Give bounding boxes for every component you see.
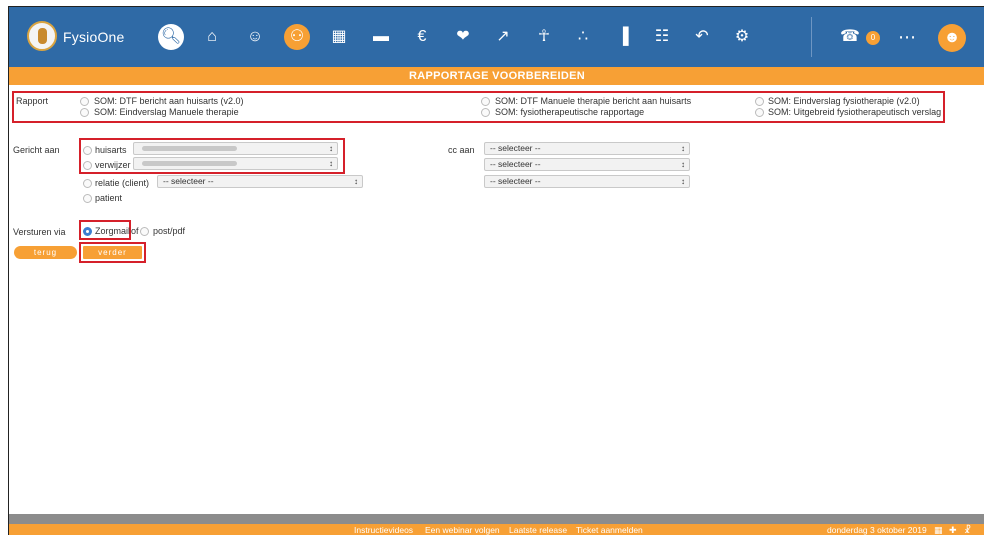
footer-bar: Instructievideos Een webinar volgen Laat… xyxy=(9,524,984,535)
calendar-icon[interactable]: ▦ xyxy=(934,524,943,535)
patient-radio[interactable] xyxy=(83,194,92,203)
cc-select-3[interactable]: -- selecteer -- ↕ xyxy=(484,175,690,188)
rapport-option-1-radio[interactable] xyxy=(80,97,89,106)
redacted-value xyxy=(142,161,237,166)
postpdf-label[interactable]: post/pdf xyxy=(153,226,185,236)
postpdf-radio[interactable] xyxy=(140,227,149,236)
handshake-icon[interactable]: ❤ xyxy=(450,24,476,50)
select-arrow-icon: ↕ xyxy=(329,144,333,153)
finance-icon[interactable]: € xyxy=(409,24,435,50)
rapport-option-6-radio[interactable] xyxy=(755,108,764,117)
zorgmail-label[interactable]: Zorgmail xyxy=(95,226,130,236)
user-avatar-icon[interactable]: ☻ xyxy=(938,24,966,52)
rapport-option-2-radio[interactable] xyxy=(80,108,89,117)
footer-date: donderdag 3 oktober 2019 xyxy=(827,525,927,535)
select-arrow-icon: ↕ xyxy=(681,177,685,186)
zorgmail-radio[interactable] xyxy=(83,227,92,236)
rapport-option-2-label[interactable]: SOM: Eindverslag Manuele therapie xyxy=(94,107,239,117)
group-icon[interactable]: ⚇ xyxy=(284,24,310,50)
verwijzer-select[interactable]: ↕ xyxy=(133,157,338,170)
fysioone-logo[interactable] xyxy=(27,21,57,51)
huisarts-select[interactable]: ↕ xyxy=(133,142,338,155)
cc-select-2[interactable]: -- selecteer -- ↕ xyxy=(484,158,690,171)
select-arrow-icon: ↕ xyxy=(681,144,685,153)
relatie-select-value: -- selecteer -- xyxy=(163,176,214,186)
search-icon[interactable]: 🔍︎ xyxy=(158,24,184,50)
activity-icon[interactable]: ↗ xyxy=(490,24,516,50)
rapport-option-3-radio[interactable] xyxy=(481,97,490,106)
rapport-option-4-label[interactable]: SOM: fysiotherapeutische rapportage xyxy=(495,107,644,117)
relatie-label[interactable]: relatie (client) xyxy=(95,178,149,188)
calendar-icon[interactable]: ▦ xyxy=(326,24,352,50)
rapport-option-4-radio[interactable] xyxy=(481,108,490,117)
more-icon[interactable]: ⋯ xyxy=(894,24,920,50)
body-icon[interactable]: ☥ xyxy=(531,24,557,50)
cc-select-3-value: -- selecteer -- xyxy=(490,176,541,186)
rapport-option-5-label[interactable]: SOM: Eindverslag fysiotherapie (v2.0) xyxy=(768,96,920,106)
nav-divider xyxy=(811,17,812,57)
redacted-value xyxy=(142,146,237,151)
footer-divider xyxy=(9,514,984,524)
cc-select-2-value: -- selecteer -- xyxy=(490,159,541,169)
rapport-option-3-label[interactable]: SOM: DTF Manuele therapie bericht aan hu… xyxy=(495,96,691,106)
footer-link-release[interactable]: Laatste release xyxy=(509,524,567,535)
rapport-option-6-label[interactable]: SOM: Uitgebreid fysiotherapeutisch versl… xyxy=(768,107,941,117)
rapport-option-1-label[interactable]: SOM: DTF bericht aan huisarts (v2.0) xyxy=(94,96,244,106)
huisarts-radio[interactable] xyxy=(83,146,92,155)
relatie-select[interactable]: -- selecteer -- ↕ xyxy=(157,175,363,188)
headset-icon[interactable]: ☎ xyxy=(837,24,863,50)
user-icon[interactable]: ☺ xyxy=(242,24,268,50)
book-icon[interactable]: ☷ xyxy=(649,24,675,50)
cc-select-1[interactable]: -- selecteer -- ↕ xyxy=(484,142,690,155)
verwijzer-label[interactable]: verwijzer xyxy=(95,160,131,170)
app-window: FysioOne 🔍︎ ⌂ ☺ ⚇ ▦ ▬ € ❤ ↗ ☥ ∴ ▐ ☷ ↶ ⚙ … xyxy=(8,6,984,535)
page-title: RAPPORTAGE VOORBEREIDEN xyxy=(9,67,984,85)
chart-icon[interactable]: ▐ xyxy=(610,24,636,50)
terug-button[interactable]: terug xyxy=(14,246,77,259)
patient-label[interactable]: patient xyxy=(95,193,122,203)
huisarts-label[interactable]: huisarts xyxy=(95,145,127,155)
plus-icon[interactable]: ✚ xyxy=(949,524,957,535)
relatie-radio[interactable] xyxy=(83,179,92,188)
footer-link-ticket[interactable]: Ticket aanmelden xyxy=(576,524,643,535)
versturen-via-label: Versturen via xyxy=(13,227,66,237)
verder-button[interactable]: verder xyxy=(83,246,142,259)
figure-icon[interactable]: ☧ xyxy=(964,524,971,535)
back-icon[interactable]: ↶ xyxy=(689,24,715,50)
footer-link-webinar[interactable]: Een webinar volgen xyxy=(425,524,500,535)
notification-badge: 0 xyxy=(866,31,880,45)
footer-link-instructievideos[interactable]: Instructievideos xyxy=(354,524,413,535)
folder-icon[interactable]: ▬ xyxy=(368,24,394,50)
select-arrow-icon: ↕ xyxy=(354,177,358,186)
gericht-aan-label: Gericht aan xyxy=(13,145,60,155)
rapport-option-5-radio[interactable] xyxy=(755,97,764,106)
select-arrow-icon: ↕ xyxy=(329,159,333,168)
rapport-label: Rapport xyxy=(16,96,49,106)
select-arrow-icon: ↕ xyxy=(681,160,685,169)
cc-aan-label: cc aan xyxy=(448,145,475,155)
top-nav-bar: FysioOne 🔍︎ ⌂ ☺ ⚇ ▦ ▬ € ❤ ↗ ☥ ∴ ▐ ☷ ↶ ⚙ … xyxy=(9,7,984,67)
verwijzer-radio[interactable] xyxy=(83,161,92,170)
cc-select-1-value: -- selecteer -- xyxy=(490,143,541,153)
of-label: of xyxy=(131,226,139,236)
brand-name: FysioOne xyxy=(63,29,125,45)
settings-icon[interactable]: ⚙ xyxy=(729,24,755,50)
hierarchy-icon[interactable]: ∴ xyxy=(570,24,596,50)
home-icon[interactable]: ⌂ xyxy=(199,24,225,50)
